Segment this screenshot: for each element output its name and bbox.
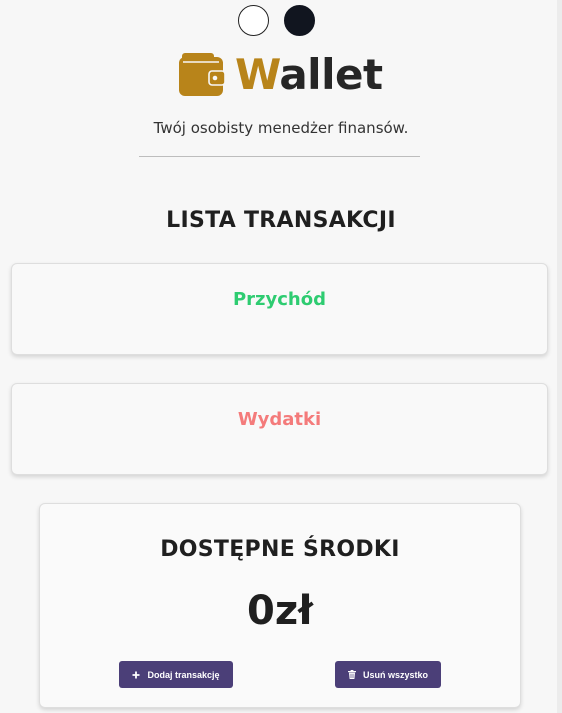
logo: Wallet: [179, 50, 383, 100]
wallet-icon: [179, 53, 225, 96]
expense-heading: Wydatki: [237, 409, 322, 430]
plus-icon: [132, 671, 140, 679]
app-title-first-letter: W: [235, 50, 280, 99]
divider: [139, 156, 420, 157]
app-title: Wallet: [235, 50, 383, 100]
light-theme-toggle[interactable]: [238, 5, 269, 36]
add-transaction-button[interactable]: Dodaj transakcję: [119, 661, 233, 688]
income-heading: Przychód: [232, 289, 326, 310]
balance-panel: DOSTĘPNE ŚRODKI 0zł Dodaj transakcję Usu…: [39, 503, 521, 708]
add-transaction-label: Dodaj transakcję: [147, 669, 220, 680]
scrollbar-track: [557, 0, 562, 713]
expense-panel: Wydatki: [11, 383, 548, 475]
balance-amount: 0zł: [247, 588, 313, 634]
transactions-title: LISTA TRANSAKCJI: [166, 208, 396, 233]
app-title-rest: allet: [279, 50, 383, 99]
delete-all-button[interactable]: Usuń wszystko: [335, 661, 441, 688]
balance-title: DOSTĘPNE ŚRODKI: [160, 537, 400, 562]
theme-switch: [238, 5, 315, 36]
dark-theme-toggle[interactable]: [284, 5, 315, 36]
trash-icon: [347, 670, 356, 679]
subtitle: Twój osobisty menedżer finansów.: [153, 119, 409, 137]
delete-all-label: Usuń wszystko: [362, 669, 429, 680]
income-panel: Przychód: [11, 263, 548, 355]
